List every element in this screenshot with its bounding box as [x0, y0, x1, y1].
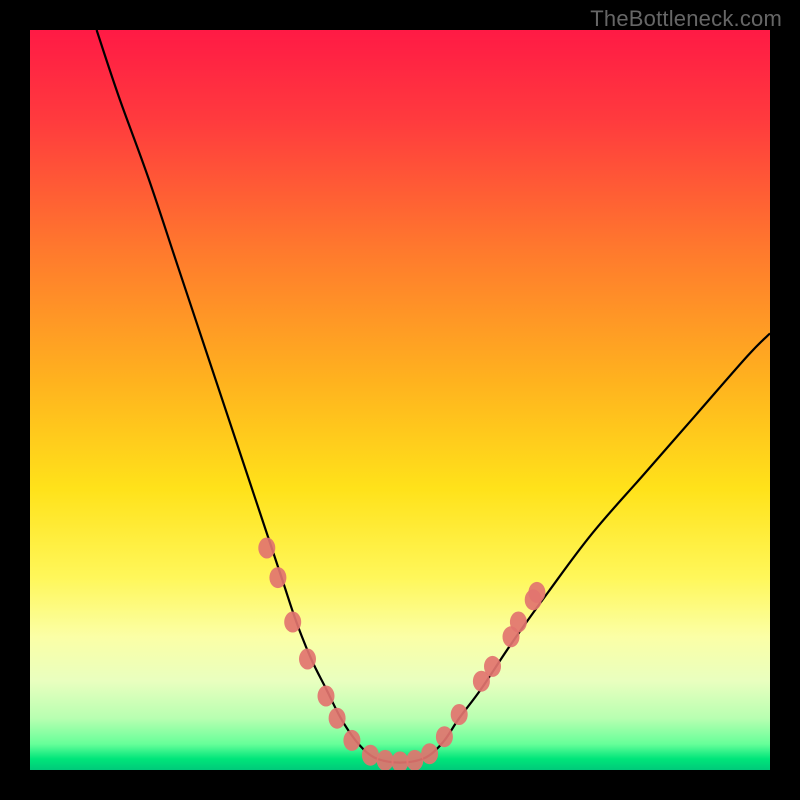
- outer-frame: TheBottleneck.com: [0, 0, 800, 800]
- marker-dot: [451, 704, 468, 725]
- marker-dot: [484, 656, 501, 677]
- marker-dot: [436, 726, 453, 747]
- marker-dot: [343, 730, 360, 751]
- marker-dot: [406, 750, 423, 770]
- watermark-text: TheBottleneck.com: [590, 6, 782, 32]
- marker-dot: [421, 743, 438, 764]
- plot-area: [30, 30, 770, 770]
- chart-canvas: [30, 30, 770, 770]
- marker-dot: [362, 745, 379, 766]
- marker-dot: [377, 750, 394, 770]
- gradient-background: [30, 30, 770, 770]
- marker-dot: [269, 567, 286, 588]
- marker-dot: [258, 538, 275, 559]
- marker-dot: [318, 686, 335, 707]
- marker-dot: [329, 708, 346, 729]
- marker-dot: [299, 649, 316, 670]
- marker-dot: [510, 612, 527, 633]
- marker-dot: [284, 612, 301, 633]
- marker-dot: [528, 582, 545, 603]
